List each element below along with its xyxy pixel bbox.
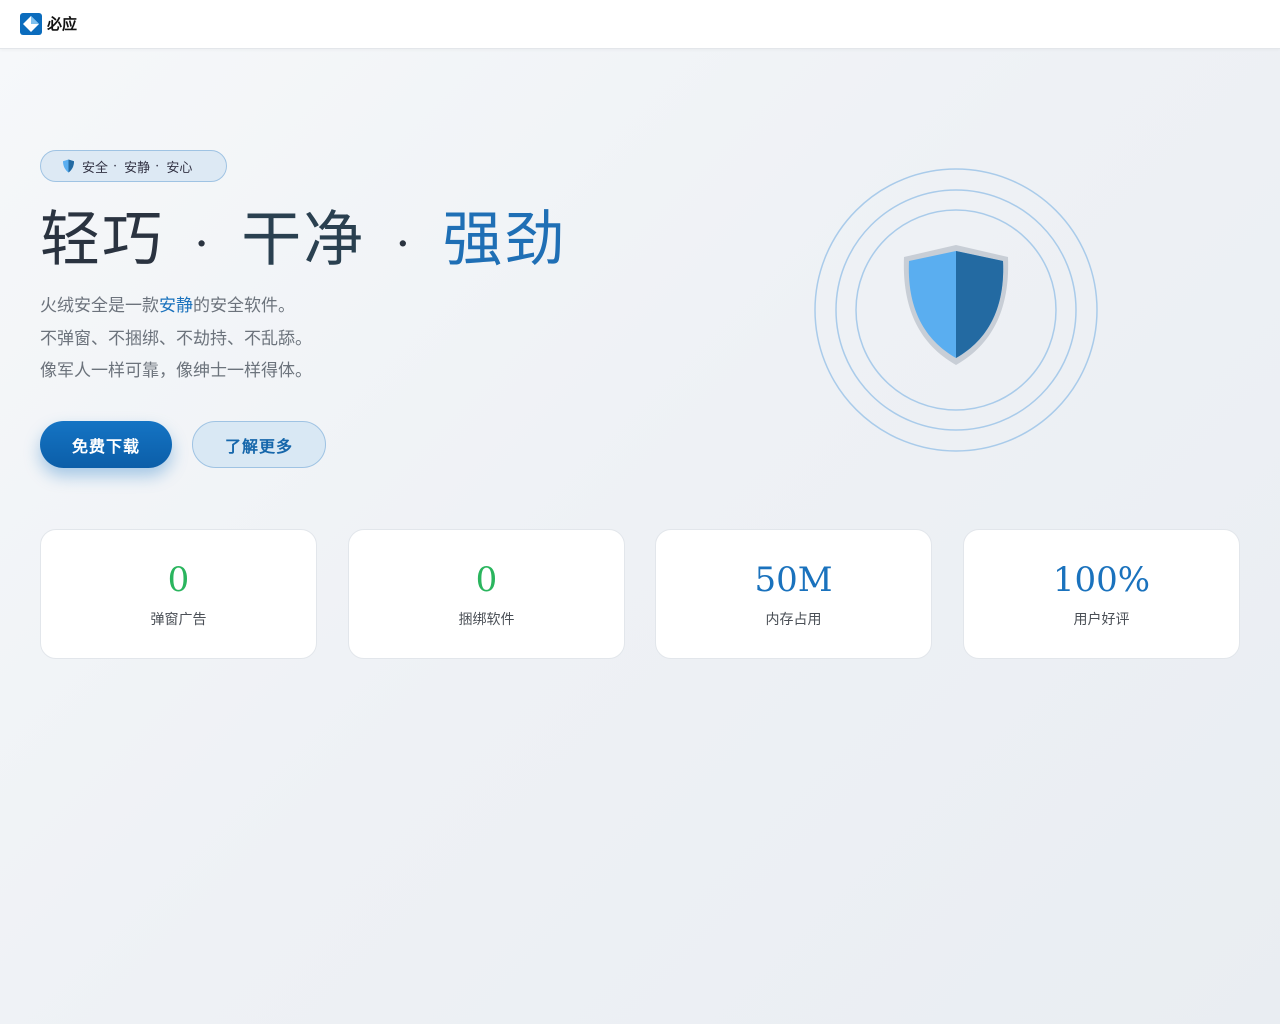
shield-icon xyxy=(63,159,74,173)
stat-value: 50M xyxy=(754,560,833,600)
stat-label: 弹窗广告 xyxy=(150,612,207,628)
headline-separator: · xyxy=(395,216,413,273)
description-text: 的安全软件。 xyxy=(193,296,295,316)
stats-row: 0 弹窗广告 0 捆绑软件 50M 内存占用 100% 用户好评 xyxy=(40,529,1240,660)
top-bar: 必应 xyxy=(0,0,1280,49)
headline-part-1: 轻巧 xyxy=(40,205,164,275)
tagline-item-2: 安静 xyxy=(124,160,151,176)
stat-card-memory-usage: 50M 内存占用 xyxy=(655,529,932,659)
description-text: 火绒安全是一款 xyxy=(40,296,159,316)
headline-separator: · xyxy=(194,216,212,273)
stat-value: 100% xyxy=(1052,560,1151,600)
tagline-separator: · xyxy=(113,158,118,174)
tagline-badge: 安全 · 安静 · 安心 xyxy=(40,150,227,182)
stat-label: 捆绑软件 xyxy=(458,612,515,628)
description-line-2: 不弹窗、不捆绑、不劫持、不乱舔。 xyxy=(40,328,312,349)
tagline-item-1: 安全 xyxy=(82,160,109,176)
hero-description: 火绒安全是一款安静的安全软件。 不弹窗、不捆绑、不劫持、不乱舔。 像军人一样可靠… xyxy=(40,290,312,388)
tagline-item-3: 安心 xyxy=(166,160,193,176)
headline-part-3: 强劲 xyxy=(442,205,567,275)
headline-part-2: 干净 xyxy=(241,205,366,275)
stat-label: 用户好评 xyxy=(1073,612,1130,628)
brand-name[interactable]: 必应 xyxy=(47,14,77,34)
hero-shield-illustration xyxy=(814,168,1098,452)
tagline-separator: · xyxy=(155,158,160,174)
hero-headline: 轻巧 · 干净 · 强劲 xyxy=(40,200,567,284)
description-line-3: 像军人一样可靠，像绅士一样得体。 xyxy=(40,361,312,381)
stat-card-user-rating: 100% 用户好评 xyxy=(963,529,1240,659)
stat-value: 0 xyxy=(475,560,498,600)
stat-label: 内存占用 xyxy=(765,612,822,628)
stat-card-popup-ads: 0 弹窗广告 xyxy=(40,529,317,659)
description-line-1: 火绒安全是一款安静的安全软件。 xyxy=(40,290,312,323)
stat-value: 0 xyxy=(167,560,190,600)
stat-card-bundled-software: 0 捆绑软件 xyxy=(348,529,625,659)
learn-more-button[interactable]: 了解更多 xyxy=(192,421,326,468)
bing-logo-icon[interactable] xyxy=(20,13,42,35)
description-highlight: 安静 xyxy=(159,296,193,316)
free-download-button[interactable]: 免费下载 xyxy=(40,421,172,468)
shield-icon xyxy=(903,245,1009,365)
